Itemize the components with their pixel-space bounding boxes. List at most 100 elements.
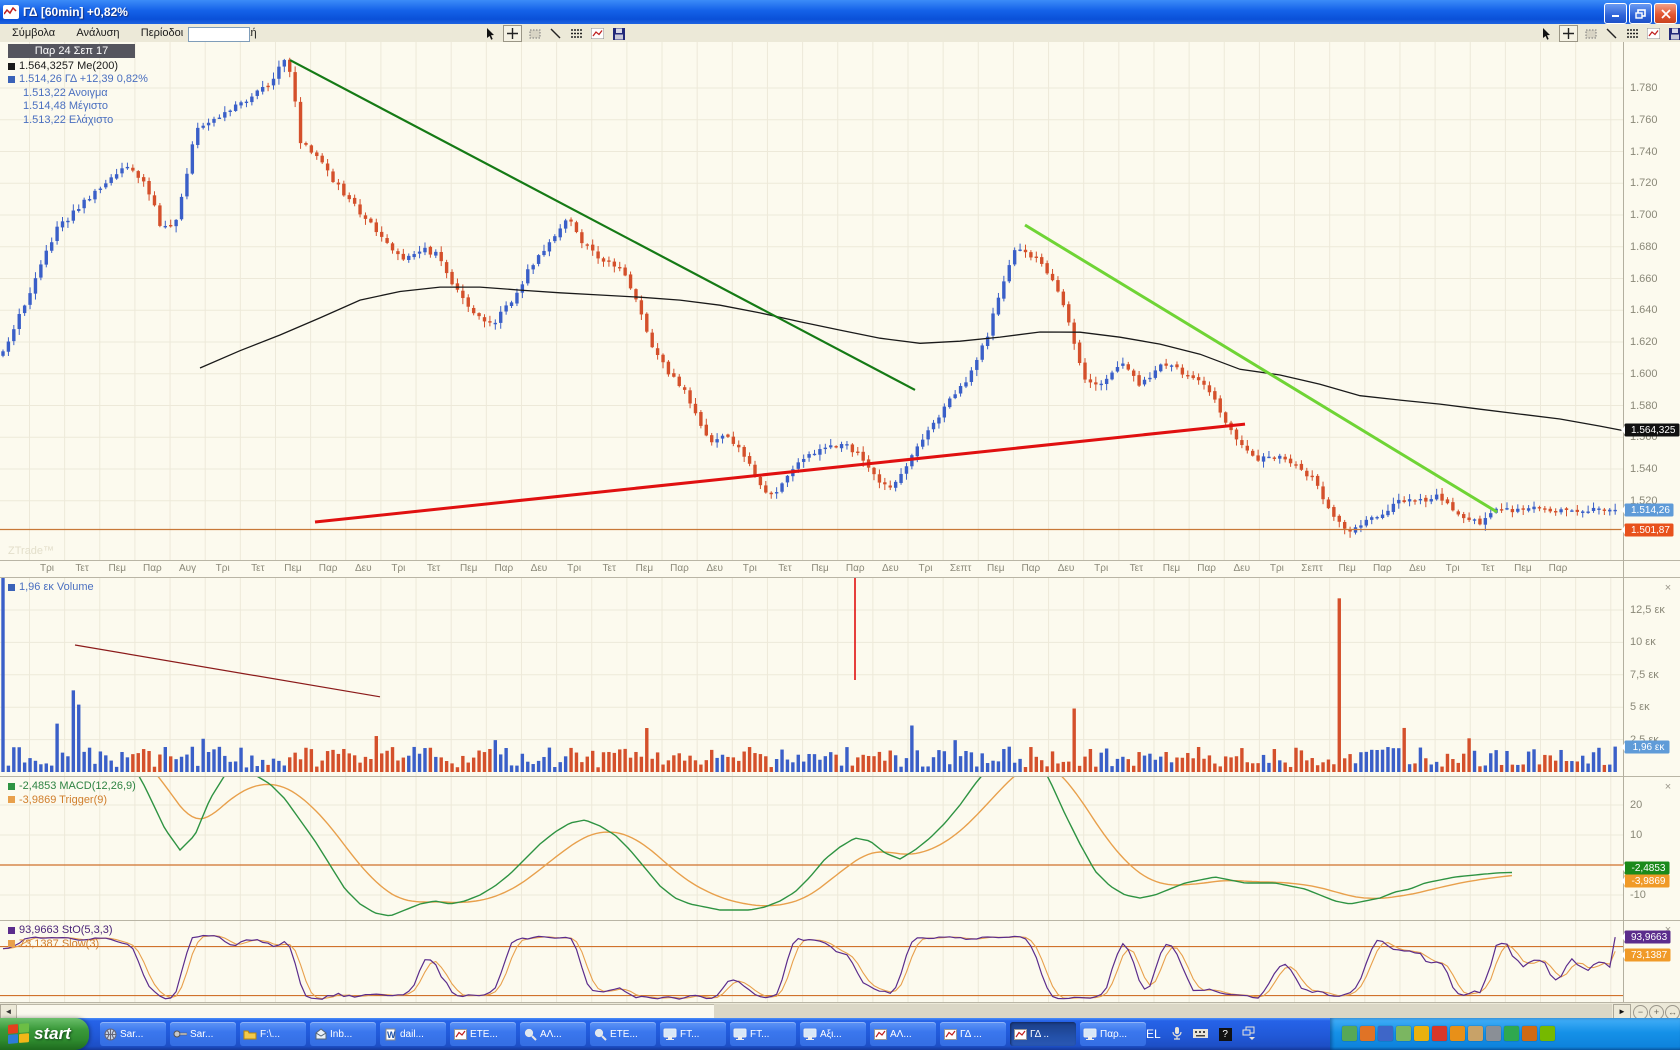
menu-Περίοδοι[interactable]: Περίοδοι — [135, 25, 189, 41]
monitor-icon — [663, 1028, 677, 1040]
crosshair-icon[interactable] — [1559, 25, 1578, 42]
menu-Ανάλυση[interactable]: Ανάλυση — [70, 25, 125, 41]
tray-orange-flag-icon[interactable] — [1450, 1026, 1465, 1041]
x-axis-label: Πεμ — [284, 563, 301, 574]
scrollbar-track[interactable] — [714, 1004, 1612, 1018]
price-tick: 1.640 — [1630, 304, 1658, 316]
taskbar-button-5[interactable]: Wdail... — [380, 1022, 446, 1046]
start-button[interactable]: start — [0, 1018, 89, 1050]
macd-tick: -10 — [1630, 889, 1646, 901]
tray-security-shield-icon[interactable] — [1414, 1026, 1429, 1041]
key-icon — [173, 1028, 187, 1040]
volume-chart-canvas[interactable] — [0, 578, 1623, 776]
x-axis-label: Πεμ — [109, 563, 126, 574]
horizontal-lines-icon[interactable] — [1624, 26, 1641, 41]
taskbar-button-13[interactable]: ΓΔ ... — [940, 1022, 1006, 1046]
restore-panel-icon[interactable] — [1242, 1026, 1256, 1043]
cursor-date-tag: Παρ 24 Σεπ 17 — [8, 44, 135, 58]
chart-icon — [873, 1028, 887, 1040]
help-icon[interactable]: ? — [1219, 1028, 1232, 1041]
crosshair-icon[interactable] — [503, 25, 522, 42]
tray-green-utility-icon[interactable] — [1342, 1026, 1357, 1041]
taskbar-button-14[interactable]: ΓΔ .. — [1010, 1022, 1076, 1046]
tray-gears-status-icon[interactable] — [1396, 1026, 1411, 1041]
symbol-input[interactable] — [188, 27, 250, 42]
microphone-icon[interactable] — [1171, 1026, 1183, 1043]
tray-nvidia-icon[interactable] — [1540, 1026, 1555, 1041]
taskbar-button-4[interactable]: Inb... — [310, 1022, 376, 1046]
x-axis-label: Παρ — [143, 563, 162, 574]
price-tick: 1.600 — [1630, 368, 1658, 380]
trendline-icon[interactable] — [547, 26, 564, 41]
indicator-legend-row: -2,4853 MACD(12,26,9) — [8, 780, 136, 792]
cursor-icon[interactable] — [1538, 26, 1555, 41]
taskbar-button-12[interactable]: ΑΛ... — [870, 1022, 936, 1046]
taskbar-button-2[interactable]: Sar... — [170, 1022, 236, 1046]
tray-update-icon[interactable] — [1522, 1026, 1537, 1041]
chart-icon[interactable] — [589, 26, 606, 41]
desktop: ΓΔ [60min] +0,82% Σύμβολα Ανάλυση Περίοδοι… — [0, 0, 1680, 1050]
taskbar-button-15[interactable]: Παρ... — [1080, 1022, 1146, 1046]
restore-button[interactable] — [1629, 3, 1652, 24]
x-axis-label: Πεμ — [1514, 563, 1531, 574]
stochastic-chart-canvas[interactable] — [0, 921, 1623, 1002]
save-icon[interactable] — [1666, 26, 1680, 41]
menu-Σύμβολα[interactable]: Σύμβολα — [6, 25, 61, 41]
horizontal-lines-icon[interactable] — [568, 26, 585, 41]
x-axis-label: Τρι — [1094, 563, 1108, 574]
tray-orange-tool-icon[interactable] — [1360, 1026, 1375, 1041]
windows-flag-icon — [8, 1023, 30, 1045]
indicator-legend-row: -3,9869 Trigger(9) — [8, 794, 107, 806]
price-legend-row: 1.514,26 ΓΔ +12,39 0,82% — [8, 73, 148, 85]
x-axis-label: Παρ — [319, 563, 338, 574]
taskbar-button-6[interactable]: ETE... — [450, 1022, 516, 1046]
taskbar-button-8[interactable]: ΕΤΕ... — [590, 1022, 656, 1046]
volume-tick: 7,5 εκ — [1630, 669, 1659, 681]
dotted-box-icon[interactable] — [526, 26, 543, 41]
indicator-legend-row: 73,1387 Slow(3) — [8, 938, 99, 950]
window-titlebar[interactable]: ΓΔ [60min] +0,82% — [0, 0, 1680, 24]
up-support — [315, 424, 1245, 522]
volume-pane-close-icon[interactable]: × — [1662, 582, 1674, 594]
taskbar-button-10[interactable]: FT... — [730, 1022, 796, 1046]
x-axis-label: Πεμ — [1163, 563, 1180, 574]
folder-icon — [243, 1028, 257, 1040]
x-axis-label: Τρι — [391, 563, 405, 574]
taskbar-button-11[interactable]: Αξι... — [800, 1022, 866, 1046]
tray-blue-r-app-icon[interactable] — [1378, 1026, 1393, 1041]
price-tick: 1.700 — [1630, 209, 1658, 221]
taskbar-button-9[interactable]: FT... — [660, 1022, 726, 1046]
x-axis-label: Τετ — [1481, 563, 1494, 574]
price-tick: 1.740 — [1630, 146, 1658, 158]
x-axis-label: Τρι — [567, 563, 581, 574]
chart-icon[interactable] — [1645, 26, 1662, 41]
tray-speaker-icon[interactable] — [1486, 1026, 1501, 1041]
taskbar-button-1[interactable]: Sar... — [100, 1022, 166, 1046]
price-tick: 1.720 — [1630, 177, 1658, 189]
cursor-icon[interactable] — [482, 26, 499, 41]
language-indicator[interactable]: EL — [1146, 1027, 1161, 1041]
taskbar-button-3[interactable]: F:\... — [240, 1022, 306, 1046]
dotted-box-icon[interactable] — [1582, 26, 1599, 41]
minimize-button[interactable] — [1604, 3, 1627, 24]
tray-messenger-icon[interactable] — [1468, 1026, 1483, 1041]
tray-green-status-icon[interactable] — [1504, 1026, 1519, 1041]
chart-icon — [943, 1028, 957, 1040]
toolbar-right — [1538, 25, 1680, 42]
macd-pane-close-icon[interactable]: × — [1662, 781, 1674, 793]
stoch-pane-close-icon[interactable]: × — [1662, 924, 1674, 936]
volume-tick: 12,5 εκ — [1630, 604, 1665, 616]
taskbar-button-7[interactable]: ΑΛ... — [520, 1022, 586, 1046]
price-chart-canvas[interactable] — [0, 42, 1623, 560]
macd-tick: 20 — [1630, 799, 1642, 811]
trendline-icon[interactable] — [1603, 26, 1620, 41]
monitor-icon — [733, 1028, 747, 1040]
x-axis-label: Δευ — [355, 563, 372, 574]
tray-red-alert-icon[interactable] — [1432, 1026, 1447, 1041]
keyboard-ime-icon[interactable] — [1193, 1027, 1209, 1042]
taskbar-indicators: EL ? — [1146, 1022, 1256, 1046]
close-button[interactable] — [1654, 3, 1677, 24]
macd-chart-canvas[interactable] — [0, 777, 1623, 920]
save-icon[interactable] — [610, 26, 627, 41]
x-axis-label: Σεπτ — [1301, 563, 1323, 574]
